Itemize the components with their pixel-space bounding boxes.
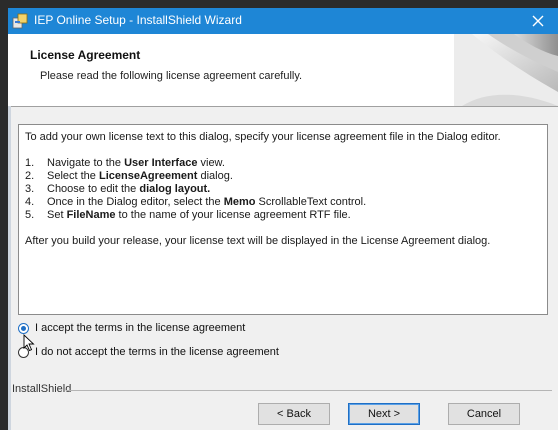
installer-window: IEP Online Setup - InstallShield Wizard …	[8, 8, 558, 430]
page-curl-graphic	[454, 34, 558, 106]
page-subtitle: Please read the following license agreem…	[40, 70, 303, 82]
footer-divider	[66, 390, 552, 391]
wizard-header: License Agreement Please read the follow…	[8, 34, 558, 107]
left-edge-strip	[8, 106, 11, 430]
license-step: 1. Navigate to the User Interface view.	[25, 157, 225, 169]
accept-radio[interactable]	[18, 322, 29, 334]
close-button[interactable]	[518, 8, 558, 34]
next-button[interactable]: Next >	[348, 403, 420, 425]
decline-option[interactable]: I do not accept the terms in the license…	[18, 346, 279, 358]
page-title: License Agreement	[30, 48, 141, 62]
cancel-button[interactable]: Cancel	[448, 403, 520, 425]
license-step: 3. Choose to edit the dialog layout.	[25, 183, 211, 195]
license-steps: 1. Navigate to the User Interface view. …	[25, 157, 541, 222]
accept-label[interactable]: I accept the terms in the license agreem…	[35, 322, 245, 334]
back-button[interactable]: < Back	[258, 403, 330, 425]
license-step: 2. Select the LicenseAgreement dialog.	[25, 170, 233, 182]
close-icon	[532, 15, 544, 27]
installshield-group-label: InstallShield	[12, 383, 72, 395]
license-text-area[interactable]: To add your own license text to this dia…	[18, 124, 548, 315]
title-bar[interactable]: IEP Online Setup - InstallShield Wizard	[8, 8, 558, 34]
accept-option[interactable]: I accept the terms in the license agreem…	[18, 322, 245, 334]
decline-label[interactable]: I do not accept the terms in the license…	[35, 346, 279, 358]
license-outro: After you build your release, your licen…	[25, 235, 491, 247]
license-intro: To add your own license text to this dia…	[25, 131, 501, 143]
window-title: IEP Online Setup - InstallShield Wizard	[34, 13, 242, 27]
license-step: 4. Once in the Dialog editor, select the…	[25, 196, 367, 208]
installer-app-icon	[12, 13, 28, 29]
mouse-pointer-icon	[23, 334, 35, 352]
license-step: 5. Set FileName to the name of your lice…	[25, 209, 351, 221]
